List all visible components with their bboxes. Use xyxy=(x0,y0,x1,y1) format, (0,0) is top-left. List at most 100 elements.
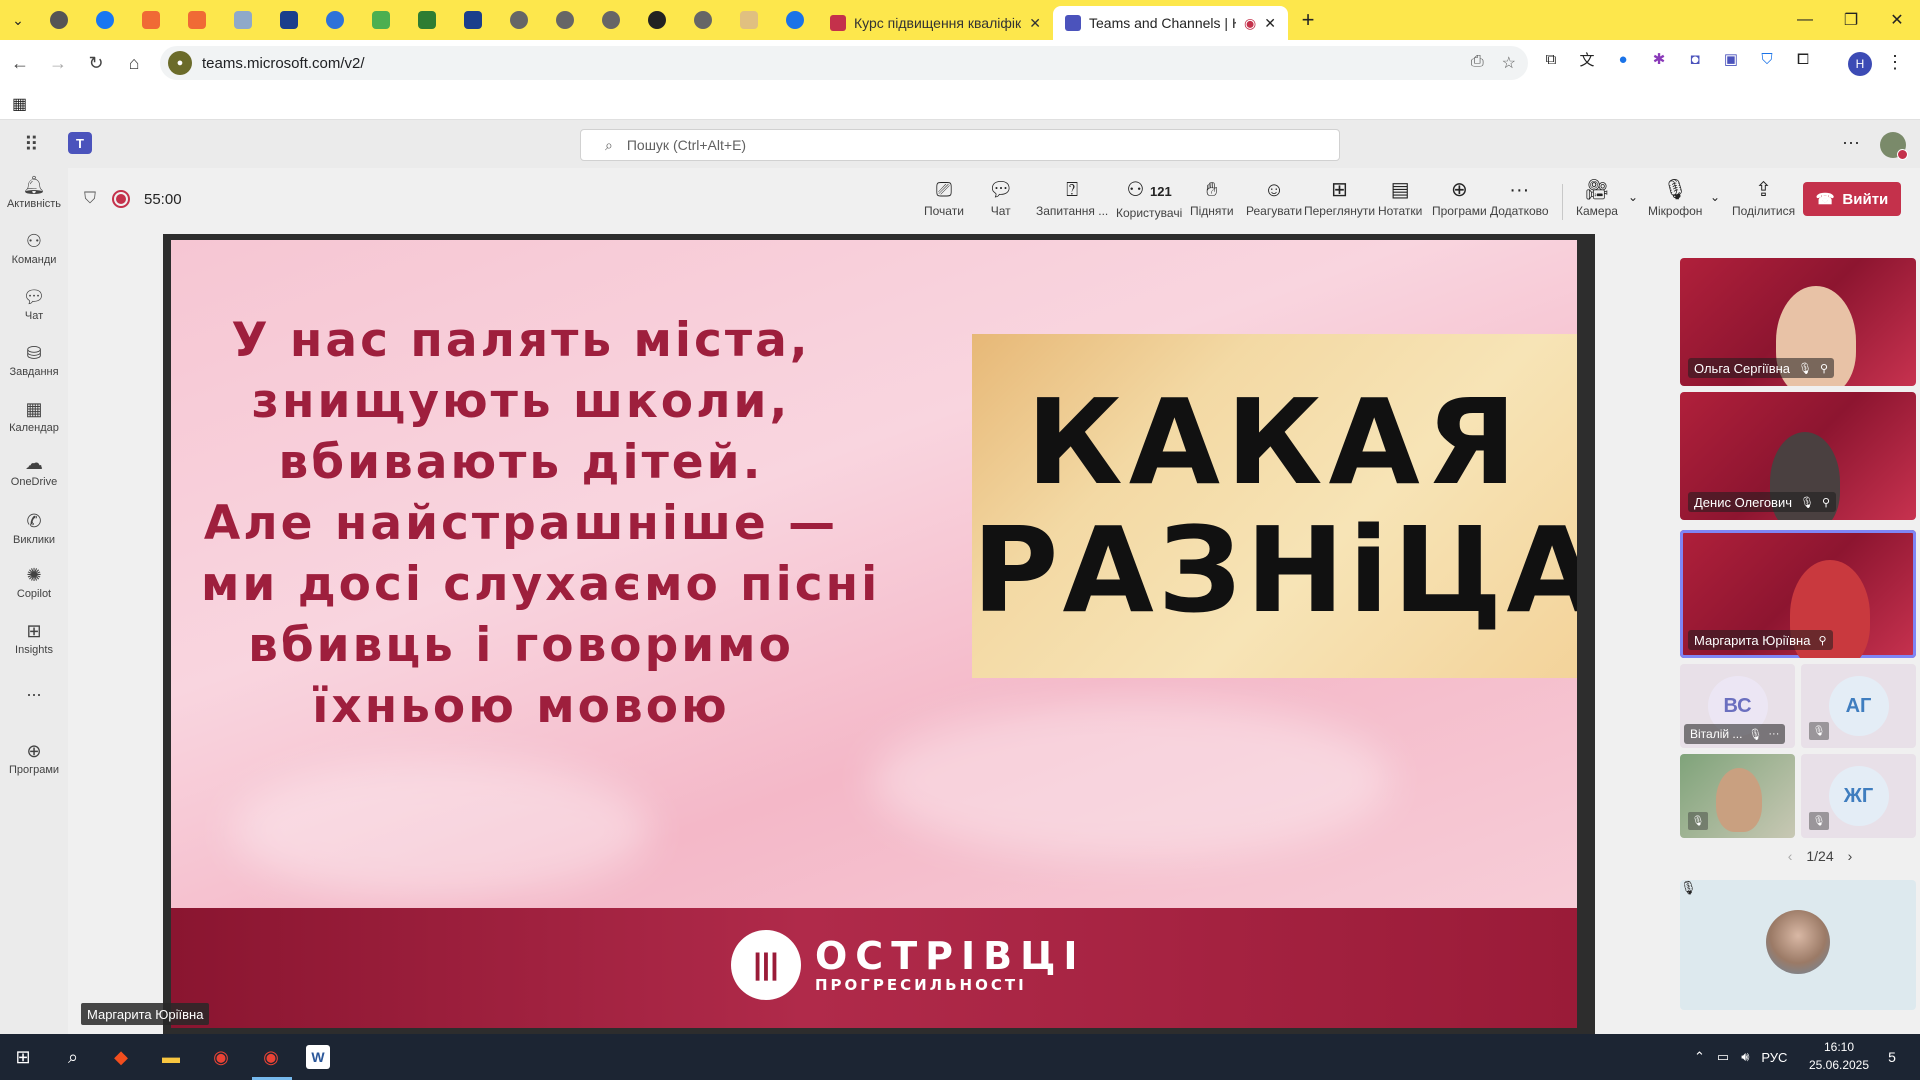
extension-icon[interactable]: ● xyxy=(1612,48,1634,70)
pinned-tab[interactable] xyxy=(726,0,772,40)
pinned-tab[interactable] xyxy=(36,0,82,40)
clock[interactable]: 16:10 25.06.2025 xyxy=(1806,1038,1872,1074)
camera-options-chevron-icon[interactable]: ⌄ xyxy=(1628,190,1638,204)
notes-button[interactable]: ▤ Нотатки xyxy=(1378,178,1422,226)
back-icon[interactable]: ← xyxy=(2,45,38,81)
participant-tile[interactable]: Денис Олегович 🎙︎ ⚲ xyxy=(1680,392,1916,520)
chrome-icon[interactable]: ◉ xyxy=(206,1042,236,1072)
pinned-tab[interactable] xyxy=(82,0,128,40)
apps-button[interactable]: ⊕ Програми xyxy=(1432,178,1487,226)
previous-page-icon[interactable]: ‹ xyxy=(1788,848,1793,864)
new-tab-button[interactable]: + xyxy=(1288,7,1328,33)
start-share-button[interactable]: ⎚ Почати xyxy=(924,178,964,226)
reload-icon[interactable]: ↻ xyxy=(78,45,114,81)
pinned-tab[interactable] xyxy=(450,0,496,40)
network-icon[interactable]: ▭ xyxy=(1717,1049,1729,1065)
participant-tile[interactable]: 🎙︎ xyxy=(1680,754,1795,838)
chat-button[interactable]: 💬︎ Чат xyxy=(988,178,1013,226)
participant-tile-active-speaker[interactable]: Маргарита Юріївна ⚲ xyxy=(1680,530,1916,658)
pinned-tab[interactable] xyxy=(634,0,680,40)
pinned-tab[interactable] xyxy=(266,0,312,40)
rail-item-apps[interactable]: ⊕ Програми xyxy=(0,732,68,784)
mic-options-chevron-icon[interactable]: ⌄ xyxy=(1710,190,1720,204)
react-button[interactable]: ☺ Реагувати xyxy=(1246,178,1302,226)
extension-icon[interactable]: ▣ xyxy=(1720,48,1742,70)
notification-center-icon[interactable]: 5 xyxy=(1882,1047,1902,1067)
rail-item-activity[interactable]: 🔔︎ Активність xyxy=(0,166,68,218)
rail-item-chat[interactable]: 💬︎ Чат xyxy=(0,278,68,330)
app-launcher-icon[interactable]: ⠿ xyxy=(24,132,39,157)
participant-tile[interactable]: Ольга Сергіївна 🎙︎ ⚲ xyxy=(1680,258,1916,386)
shield-icon[interactable]: ⛉ xyxy=(84,190,96,208)
install-app-icon[interactable]: ⎙ xyxy=(1471,53,1484,73)
close-window-icon[interactable]: ✕ xyxy=(1874,0,1920,40)
tab-search-icon[interactable]: ⌄ xyxy=(0,0,36,40)
rail-item-insights[interactable]: ⊞ Insights xyxy=(0,612,68,664)
bookmark-star-icon[interactable]: ☆ xyxy=(1502,53,1516,73)
next-page-icon[interactable]: › xyxy=(1848,848,1853,864)
browser-tab-active[interactable]: Teams and Channels | Курс ◉ ✕ xyxy=(1053,6,1288,40)
extension-icon[interactable]: ✱ xyxy=(1648,48,1670,70)
browser-menu-icon[interactable]: ⋮ xyxy=(1886,52,1904,73)
rail-item-assignments[interactable]: ⛁ Завдання xyxy=(0,334,68,386)
pinned-tab[interactable] xyxy=(358,0,404,40)
more-icon[interactable]: ··· xyxy=(1768,728,1779,740)
close-tab-icon[interactable]: ✕ xyxy=(1029,15,1041,32)
pinned-tab[interactable] xyxy=(312,0,358,40)
rail-item-copilot[interactable]: ✺ Copilot xyxy=(0,556,68,608)
translate-icon[interactable]: 文 xyxy=(1576,48,1598,70)
address-bar[interactable]: ● teams.microsoft.com/v2/ ⎙ ☆ xyxy=(160,46,1528,80)
mic-permission-icon[interactable]: ● xyxy=(168,51,192,75)
share-button[interactable]: ⇪ Поділитися xyxy=(1732,178,1795,226)
shield-extension-icon[interactable]: ⛉ xyxy=(1756,48,1778,70)
search-input[interactable]: ⌕ Пошук (Ctrl+Alt+E) xyxy=(580,129,1340,161)
mic-button[interactable]: 🎙︎ Мікрофон xyxy=(1648,178,1702,226)
raise-hand-button[interactable]: ✋︎ Підняти xyxy=(1190,178,1234,226)
pinned-tab[interactable] xyxy=(404,0,450,40)
home-icon[interactable]: ⌂ xyxy=(116,45,152,81)
close-tab-icon[interactable]: ✕ xyxy=(1264,15,1276,32)
rail-item-teams[interactable]: ⚇ Команди xyxy=(0,222,68,274)
browser-tab[interactable]: Курс підвищення кваліфікаці ✕ xyxy=(818,6,1053,40)
rail-item-onedrive[interactable]: ☁ OneDrive xyxy=(0,444,68,496)
extensions-puzzle-icon[interactable]: ⧠ xyxy=(1792,48,1814,70)
restore-icon[interactable]: ❐ xyxy=(1828,0,1874,40)
pinned-tab[interactable] xyxy=(128,0,174,40)
participant-tile[interactable]: АГ 🎙︎ xyxy=(1801,664,1916,748)
apps-grid-icon[interactable]: ▦ xyxy=(12,94,27,114)
pinned-tab[interactable] xyxy=(496,0,542,40)
extension-icon[interactable]: ◘ xyxy=(1684,48,1706,70)
leave-button[interactable]: ☎ Вийти xyxy=(1803,182,1901,216)
minimize-icon[interactable]: — xyxy=(1782,0,1828,40)
rail-item-calendar[interactable]: ▦ Календар xyxy=(0,390,68,442)
more-button[interactable]: ··· Додатково xyxy=(1490,178,1549,226)
pinned-tab[interactable] xyxy=(680,0,726,40)
rail-more-button[interactable]: ... xyxy=(0,676,68,704)
rail-item-calls[interactable]: ✆ Виклики xyxy=(0,502,68,554)
forward-icon[interactable]: → xyxy=(40,45,76,81)
people-button[interactable]: ⚇ 121 Користувачі xyxy=(1116,178,1182,226)
search-icon[interactable]: ⌕ xyxy=(58,1042,88,1072)
volume-icon[interactable]: 🔊︎ xyxy=(1741,1049,1749,1065)
camera-button[interactable]: 🎥︎ Камера xyxy=(1576,178,1618,226)
pinned-tab[interactable] xyxy=(588,0,634,40)
figma-icon[interactable]: ◆ xyxy=(106,1042,136,1072)
pinned-tab[interactable] xyxy=(220,0,266,40)
tray-chevron-icon[interactable]: ⌃ xyxy=(1694,1049,1705,1065)
participant-tile[interactable]: ЖГ 🎙︎ xyxy=(1801,754,1916,838)
pinned-tab[interactable] xyxy=(772,0,818,40)
view-button[interactable]: ⊞ Переглянути xyxy=(1304,178,1375,226)
chrome-profile-icon[interactable]: ◉ xyxy=(256,1042,286,1072)
pinned-tab[interactable] xyxy=(174,0,220,40)
windows-start-icon[interactable]: ⊞ xyxy=(8,1042,38,1072)
participant-tile[interactable]: ВС Віталій ... 🎙︎ ··· xyxy=(1680,664,1795,748)
user-avatar[interactable] xyxy=(1880,132,1908,160)
word-icon[interactable]: W xyxy=(306,1045,330,1069)
profile-avatar[interactable]: H xyxy=(1848,52,1872,76)
self-view-tile[interactable]: 🎙︎ xyxy=(1680,880,1916,1010)
language-indicator[interactable]: РУС xyxy=(1761,1050,1787,1065)
extension-icon[interactable]: ⧉ xyxy=(1540,48,1562,70)
pinned-tab[interactable] xyxy=(542,0,588,40)
file-explorer-icon[interactable]: ▬ xyxy=(156,1042,186,1072)
qa-button[interactable]: ⍰ Запитання ... xyxy=(1036,178,1108,226)
